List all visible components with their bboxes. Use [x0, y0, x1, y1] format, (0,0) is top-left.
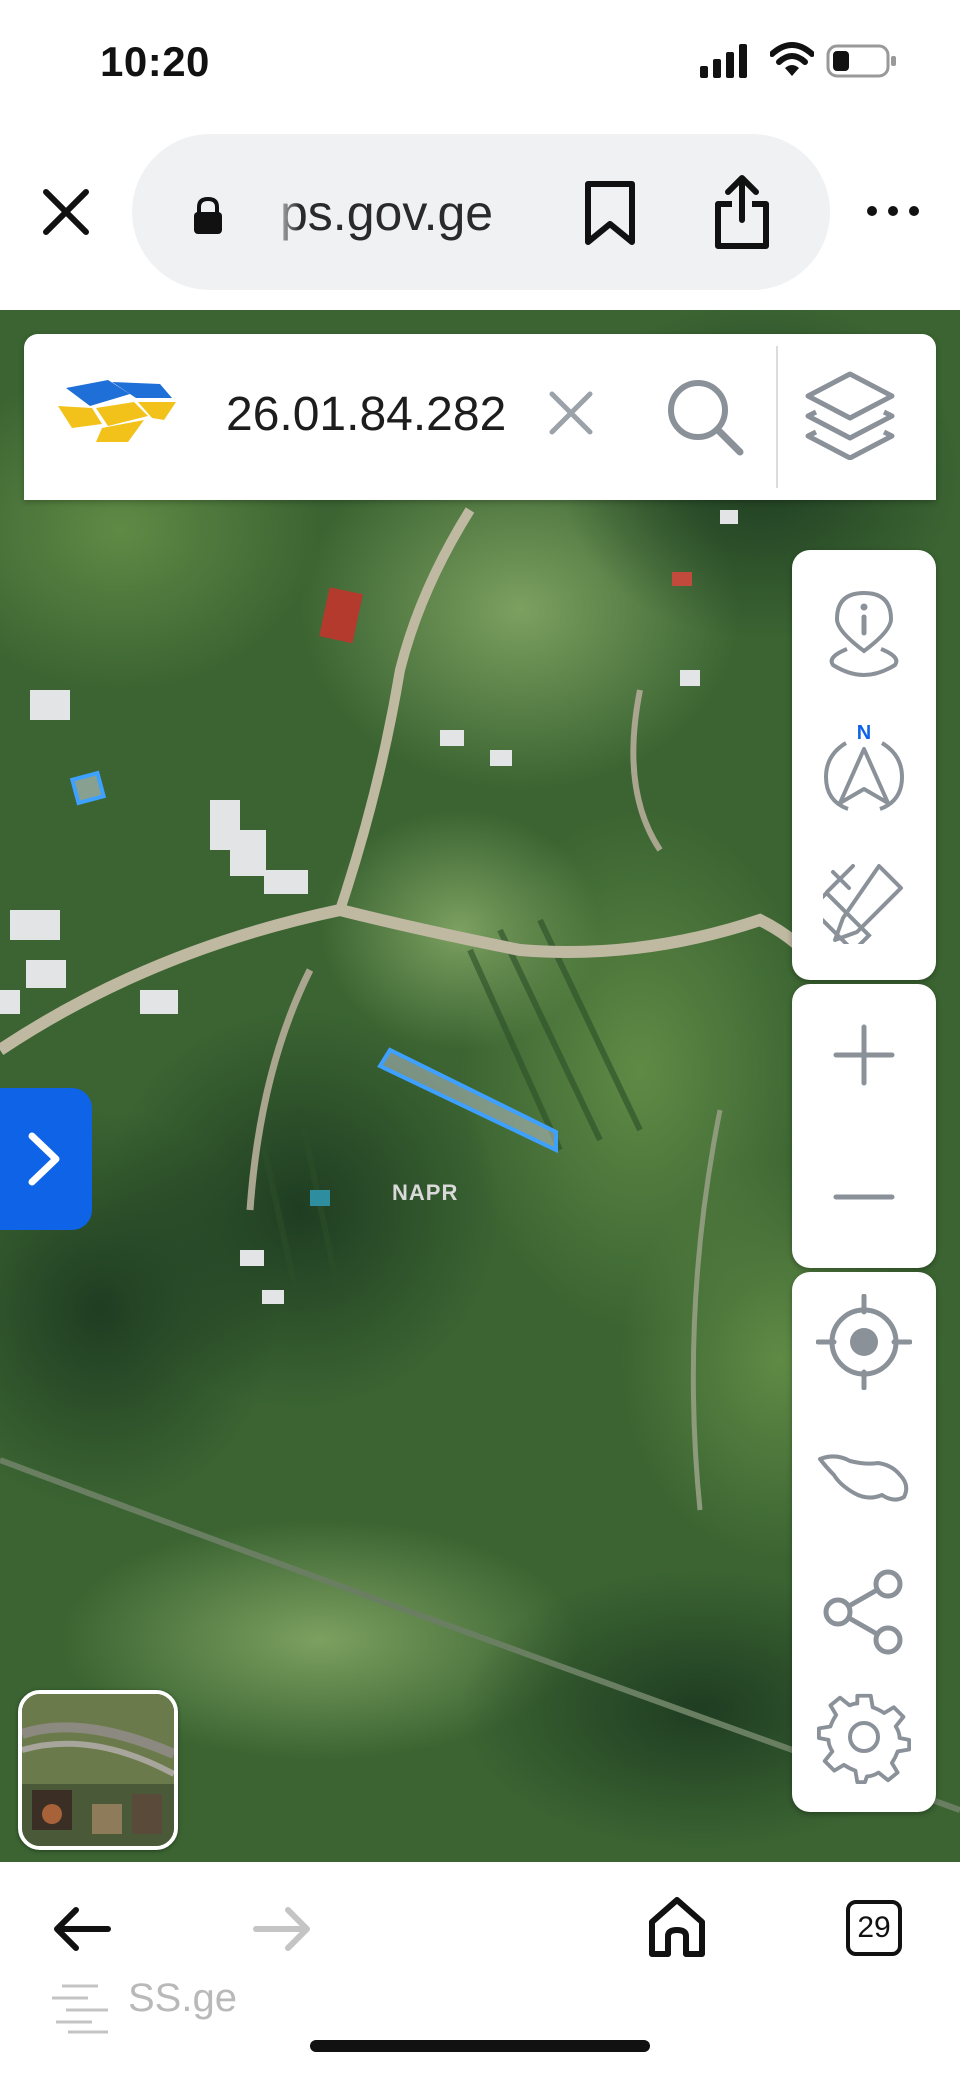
wifi-icon [769, 42, 815, 83]
more-icon[interactable] [866, 204, 920, 222]
signal-icon [700, 44, 752, 83]
back-arrow-icon[interactable] [52, 1906, 112, 1957]
locate-icon[interactable] [792, 1272, 936, 1412]
url-text[interactable]: ps.gov.ge [280, 184, 520, 242]
layers-icon[interactable] [804, 370, 896, 465]
compass-north-label: N [857, 722, 871, 744]
ssge-watermark-text: SS.ge [128, 1976, 237, 2020]
home-indicator [310, 2040, 650, 2052]
search-icon[interactable] [662, 374, 746, 463]
zoom-in-icon[interactable] [792, 984, 936, 1126]
settings-icon[interactable] [792, 1672, 936, 1802]
lock-icon [192, 196, 224, 241]
tab-count: 29 [857, 1911, 891, 1944]
status-time: 10:20 [100, 38, 210, 85]
close-icon[interactable] [38, 184, 94, 240]
measure-icon[interactable] [792, 838, 936, 968]
clear-icon[interactable] [548, 390, 594, 441]
zoom-controls [792, 984, 936, 1268]
forward-arrow-icon[interactable] [252, 1906, 312, 1957]
georgia-map-icon[interactable] [792, 1412, 936, 1544]
napr-logo[interactable] [56, 376, 180, 451]
url-fade [270, 180, 300, 250]
cadastral-search-input[interactable] [226, 382, 526, 446]
share-icon[interactable] [712, 174, 772, 255]
share-network-icon[interactable] [792, 1544, 936, 1680]
chevron-right-icon [28, 1132, 60, 1186]
tabs-icon[interactable]: 29 [846, 1900, 902, 1956]
bookmark-icon[interactable] [582, 180, 638, 251]
divider [776, 346, 778, 488]
map-tools-group: N [792, 550, 936, 980]
info-icon[interactable] [792, 566, 936, 698]
zoom-out-icon[interactable] [792, 1126, 936, 1268]
map-actions-group [792, 1272, 936, 1812]
compass-icon[interactable]: N [792, 700, 936, 834]
side-panel-toggle[interactable] [0, 1088, 92, 1230]
home-icon[interactable] [648, 1896, 706, 1963]
map-watermark: NAPR [392, 1180, 459, 1205]
basemap-switcher[interactable] [18, 1690, 178, 1850]
battery-icon [826, 44, 898, 83]
ssge-logo-icon [52, 1982, 112, 2039]
